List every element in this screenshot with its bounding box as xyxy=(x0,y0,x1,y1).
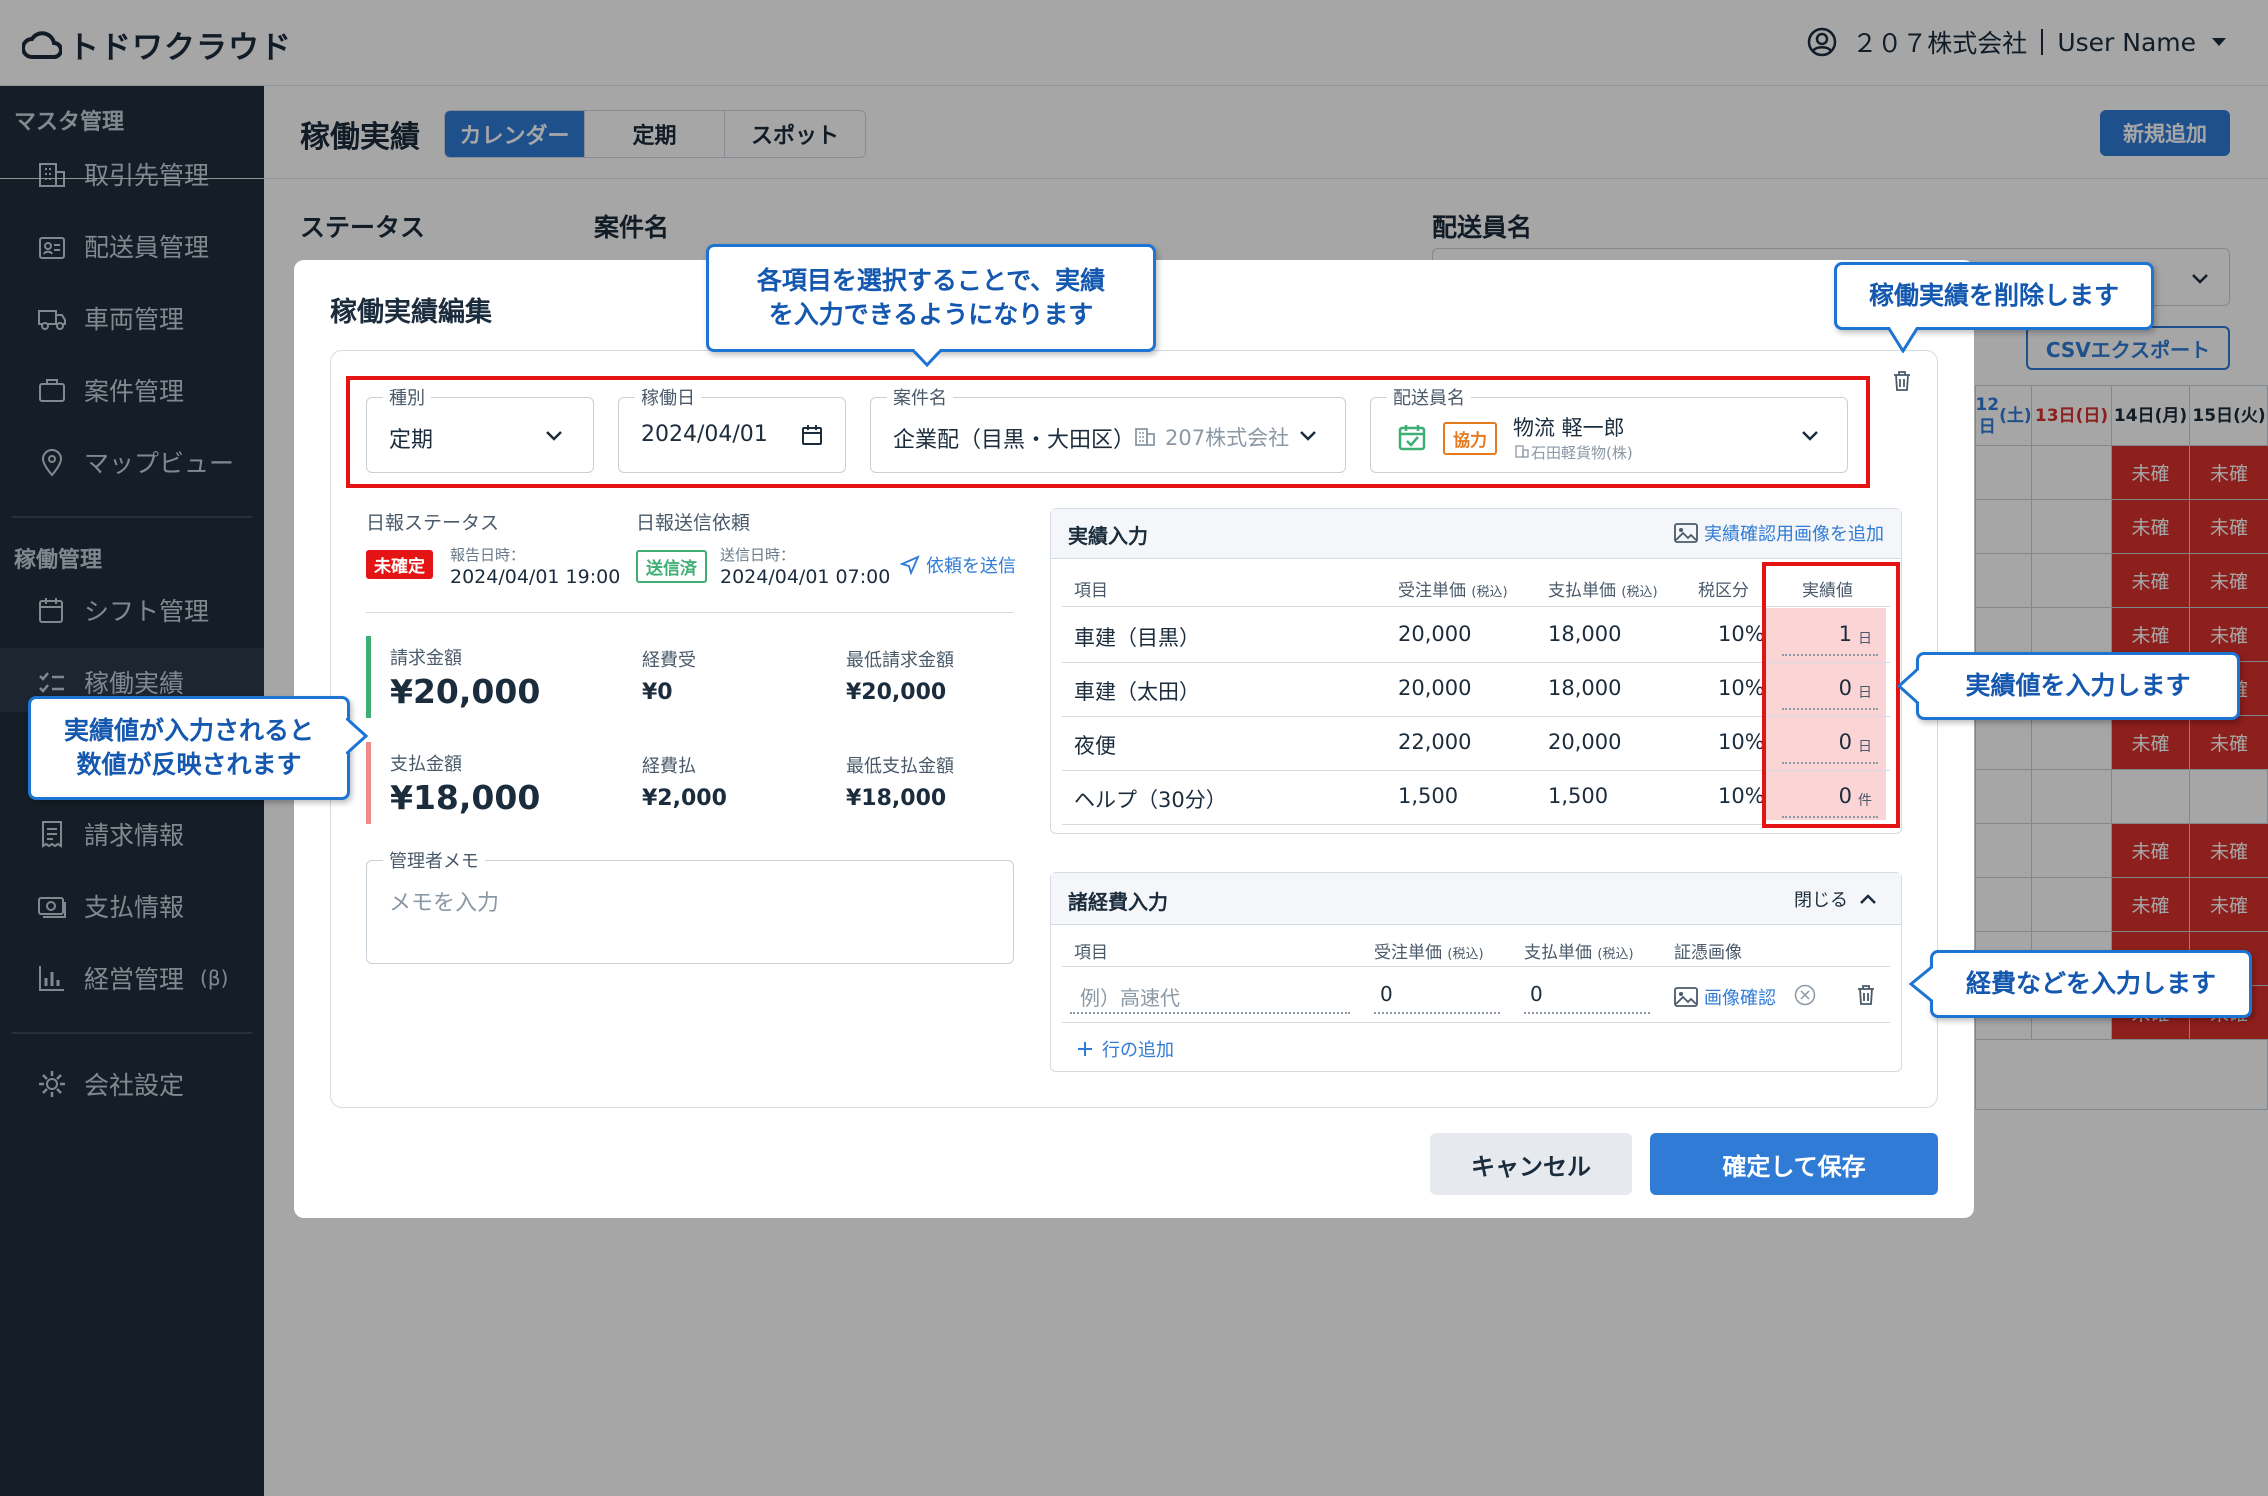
callout-select-fields: 各項目を選択することで、実績 を入力できるようになります xyxy=(706,244,1156,352)
callout-delete: 稼働実績を削除します xyxy=(1834,262,2154,330)
send-time: 2024/04/01 07:00 xyxy=(720,566,891,588)
expense-item-input[interactable]: 例）高速代 xyxy=(1070,978,1350,1014)
memo-textarea[interactable]: 管理者メモ メモを入力 xyxy=(366,847,1014,964)
add-result-image-link[interactable]: 実績確認用画像を追加 xyxy=(1674,520,1884,546)
plus-icon xyxy=(1078,1042,1092,1056)
callout-pointer xyxy=(346,718,368,754)
result-cell-pay: 20,000 xyxy=(1548,730,1622,754)
bill-accent-bar xyxy=(366,636,371,718)
result-cell-tax: 10% xyxy=(1718,676,1765,700)
expense-received: ¥0 xyxy=(642,680,673,705)
send-icon xyxy=(900,555,920,575)
expenses-title: 諸経費入力 xyxy=(1068,890,1168,914)
row-divider xyxy=(1062,1022,1890,1023)
result-cell-order: 20,000 xyxy=(1398,676,1472,700)
expenses-panel-header xyxy=(1051,873,1901,925)
callout-reflect: 実績値が入力されると 数値が反映されます xyxy=(28,696,350,800)
expense-paid: ¥2,000 xyxy=(642,786,727,811)
result-cell-item: 車建（目黒） xyxy=(1074,626,1200,650)
daily-status-label: 日報ステータス xyxy=(366,512,500,534)
add-row-button[interactable]: 行の追加 xyxy=(1076,1036,1174,1062)
result-cell-pay: 18,000 xyxy=(1548,676,1622,700)
callout-pointer xyxy=(912,349,942,367)
min-bill: ¥20,000 xyxy=(846,680,947,705)
modal-title: 稼働実績編集 xyxy=(330,297,492,328)
result-cell-item: 夜便 xyxy=(1074,734,1116,758)
report-time-label: 報告日時： xyxy=(450,546,526,564)
result-cell-pay: 1,500 xyxy=(1548,784,1609,808)
callout-expense: 経費などを入力します xyxy=(1930,950,2252,1018)
callout-pointer xyxy=(1888,327,1918,353)
delete-row-icon[interactable] xyxy=(1856,984,1876,1006)
expense-image-link[interactable]: 画像確認 xyxy=(1674,984,1776,1010)
col-tax: 税区分 xyxy=(1698,581,1749,601)
expense-pay-input[interactable]: 0 xyxy=(1524,978,1650,1014)
result-cell-tax: 10% xyxy=(1718,622,1765,646)
collapse-button[interactable]: 閉じる xyxy=(1794,886,1878,912)
results-title: 実績入力 xyxy=(1068,524,1148,548)
result-cell-item: 車建（太田） xyxy=(1074,680,1200,704)
pay-accent-bar xyxy=(366,742,371,824)
bill-amount: ¥20,000 xyxy=(390,672,541,711)
callout-pointer xyxy=(1896,668,1919,704)
chevron-up-icon xyxy=(1860,894,1876,904)
image-icon xyxy=(1674,523,1698,543)
result-cell-item: ヘルプ（30分） xyxy=(1074,788,1227,812)
expense-order-input[interactable]: 0 xyxy=(1374,978,1500,1014)
min-bill-label: 最低請求金額 xyxy=(846,650,954,671)
image-icon xyxy=(1674,987,1698,1007)
send-request-link[interactable]: 依頼を送信 xyxy=(900,552,1016,578)
expense-paid-label: 経費払 xyxy=(642,756,696,777)
report-time: 2024/04/01 19:00 xyxy=(450,566,621,588)
highlight-value-column xyxy=(1762,562,1900,828)
callout-pointer xyxy=(1908,966,1933,1002)
exp-col-pay: 支払単価 (税込) xyxy=(1524,943,1634,963)
cancel-button[interactable]: キャンセル xyxy=(1430,1133,1632,1195)
clear-image-icon[interactable] xyxy=(1794,984,1816,1006)
divider xyxy=(366,612,1014,613)
min-pay: ¥18,000 xyxy=(846,786,947,811)
pay-amount: ¥18,000 xyxy=(390,778,541,817)
result-cell-order: 1,500 xyxy=(1398,784,1459,808)
min-pay-label: 最低支払金額 xyxy=(846,756,954,777)
expense-received-label: 経費受 xyxy=(642,650,696,671)
bill-label: 請求金額 xyxy=(390,648,462,669)
highlight-fields xyxy=(346,376,1870,488)
result-cell-order: 22,000 xyxy=(1398,730,1472,754)
send-time-label: 送信日時： xyxy=(720,546,796,564)
status-badge-sent: 送信済 xyxy=(636,550,707,583)
col-order-price: 受注単価 (税込) xyxy=(1398,581,1508,601)
row-divider xyxy=(1062,966,1890,967)
trash-icon[interactable] xyxy=(1892,370,1912,392)
send-request-label: 日報送信依頼 xyxy=(636,512,751,534)
col-pay-price: 支払単価 (税込) xyxy=(1548,581,1658,601)
exp-col-order: 受注単価 (税込) xyxy=(1374,943,1484,963)
col-item: 項目 xyxy=(1074,581,1108,601)
result-cell-tax: 10% xyxy=(1718,730,1765,754)
result-cell-order: 20,000 xyxy=(1398,622,1472,646)
save-button[interactable]: 確定して保存 xyxy=(1650,1133,1938,1195)
exp-col-item: 項目 xyxy=(1074,943,1108,963)
pay-label: 支払金額 xyxy=(390,754,462,775)
exp-col-image: 証憑画像 xyxy=(1674,943,1742,963)
status-badge-unconfirmed: 未確定 xyxy=(366,550,433,579)
callout-input-value: 実績値を入力します xyxy=(1916,652,2240,720)
result-cell-tax: 10% xyxy=(1718,784,1765,808)
result-cell-pay: 18,000 xyxy=(1548,622,1622,646)
